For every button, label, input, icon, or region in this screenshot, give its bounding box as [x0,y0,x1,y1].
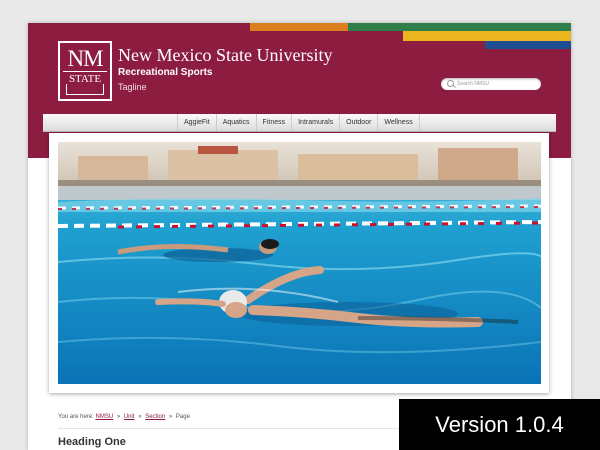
breadcrumb-current: Page [175,414,190,420]
color-band-orange [250,23,348,31]
page-heading: Heading One [58,436,126,448]
unit-name: Recreational Sports [118,67,213,78]
breadcrumb-separator: » [168,414,173,420]
hero-frame [49,133,549,393]
breadcrumb: You are here: NMSU » Unit » Section » Pa… [58,414,190,420]
nmsu-logo[interactable]: NM STATE [58,41,112,101]
breadcrumb-link-nmsu[interactable]: NMSU [95,414,113,420]
nav-item-aquatics[interactable]: Aquatics [215,114,256,131]
breadcrumb-link-unit[interactable]: Unit [124,414,135,420]
nav-item-wellness[interactable]: Wellness [377,114,420,131]
logo-state-text: STATE [63,71,107,85]
color-band-yellow [403,31,571,41]
breadcrumb-link-section[interactable]: Section [145,414,165,420]
color-band-green [348,23,571,31]
tagline: Tagline [118,82,147,92]
color-band-blue [485,41,571,49]
nav-item-outdoor[interactable]: Outdoor [339,114,377,131]
search-icon[interactable] [447,80,454,87]
breadcrumb-separator: » [138,414,142,420]
nav-item-aggiefit[interactable]: AggieFit [177,114,216,131]
state-outline-icon [66,84,104,95]
logo-nm-text: NM [67,46,103,71]
version-badge: Version 1.0.4 [399,399,600,450]
main-navigation: AggieFit Aquatics Fitness Intramurals Ou… [43,114,556,132]
university-name[interactable]: New Mexico State University [118,45,332,66]
breadcrumb-separator: » [116,414,121,420]
search-input[interactable] [457,78,537,90]
nav-item-fitness[interactable]: Fitness [255,114,292,131]
search-box [441,78,541,90]
nav-item-intramurals[interactable]: Intramurals [291,114,339,131]
hero-photo-swimmers [58,142,541,384]
breadcrumb-prefix: You are here: [58,414,94,420]
page-container: NM STATE New Mexico State University Rec… [28,23,571,450]
